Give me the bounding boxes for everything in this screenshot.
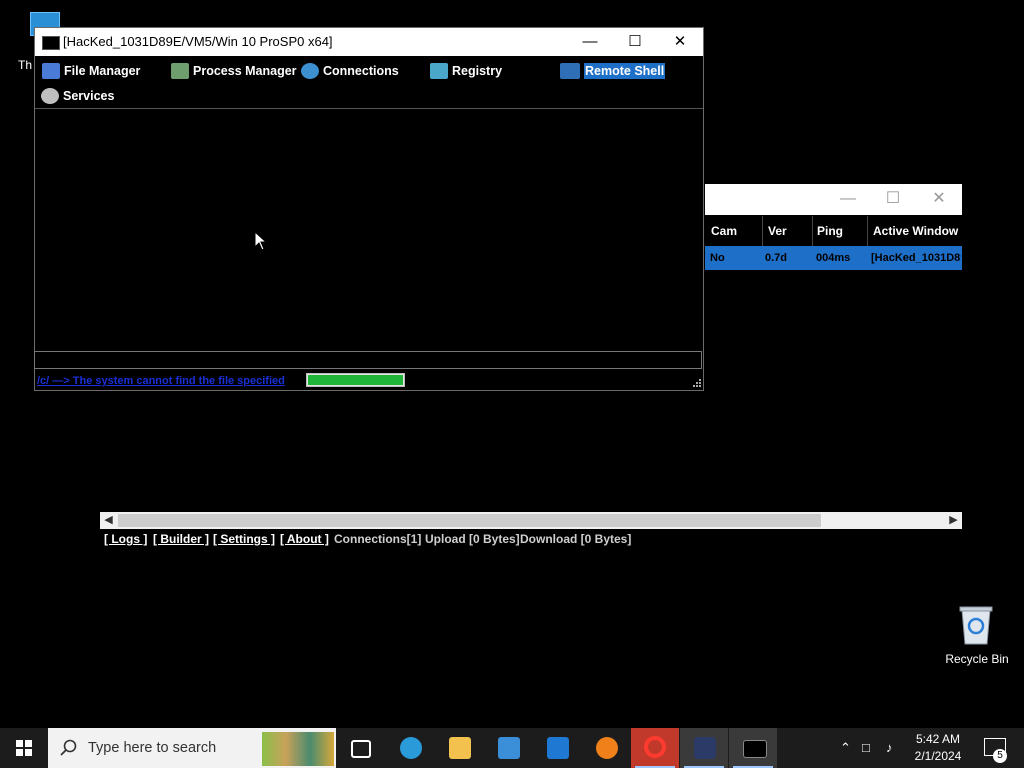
taskbar-file-explorer[interactable]	[435, 728, 483, 768]
shell-progress-bar	[306, 373, 405, 387]
taskbar-store[interactable]	[484, 728, 532, 768]
clients-window-titlebar[interactable]: — ☐ ✕	[705, 184, 962, 215]
scroll-right-icon[interactable]: ▶	[945, 512, 962, 529]
settings-link[interactable]: [ Settings ]	[213, 532, 275, 546]
cell-active-window: [HacKed_1031D89	[871, 252, 961, 264]
clients-status-bar: [ Logs ] [ Builder ] [ Settings ] [ Abou…	[100, 530, 962, 548]
taskbar-task-view[interactable]	[336, 728, 384, 768]
column-header-cam[interactable]: Cam	[711, 224, 737, 238]
firefox-icon	[596, 737, 618, 759]
menu-item-services[interactable]: Services	[41, 88, 114, 104]
close-button[interactable]: ✕	[916, 188, 962, 210]
minimize-button[interactable]: —	[567, 28, 613, 56]
scrollbar-thumb[interactable]	[118, 514, 821, 527]
builder-link[interactable]: [ Builder ]	[153, 532, 209, 546]
cmd-icon	[743, 740, 767, 758]
shell-output-area[interactable]	[35, 109, 703, 350]
menu-item-remote-shell[interactable]: Remote Shell	[560, 63, 666, 79]
resize-grip-icon[interactable]	[690, 378, 702, 390]
taskbar-mail[interactable]	[533, 728, 581, 768]
recycle-bin-desktop-icon[interactable]: Recycle Bin	[940, 600, 1014, 672]
start-button-windows-icon[interactable]	[0, 728, 48, 768]
task-view-icon	[351, 740, 371, 758]
column-header-active-window[interactable]: Active Window	[873, 224, 958, 238]
process-manager-icon	[171, 63, 189, 79]
file-explorer-icon	[449, 737, 471, 759]
taskbar-clock[interactable]: 5:42 AM 2/1/2024	[908, 731, 968, 765]
taskbar-search-box[interactable]: Type here to search	[48, 728, 336, 768]
volume-muted-icon[interactable]: ♪	[886, 740, 893, 755]
services-gear-icon	[41, 88, 59, 104]
menu-item-connections[interactable]: Connections	[301, 63, 399, 79]
maximize-button[interactable]: ☐	[870, 188, 916, 210]
shell-menu-bar: File Manager Process Manager Connections…	[35, 57, 703, 109]
maximize-button[interactable]: ☐	[612, 28, 658, 56]
recycle-bin-icon	[959, 606, 993, 645]
shell-status-text: /c/ —> The system cannot find the file s…	[37, 375, 285, 387]
remote-shell-icon	[560, 63, 580, 79]
recycle-bin-label: Recycle Bin	[945, 652, 1009, 666]
cell-ver: 0.7d	[765, 252, 788, 264]
njrat-icon	[694, 737, 716, 759]
taskbar-opera[interactable]	[631, 728, 679, 768]
notification-count-badge: 5	[993, 749, 1007, 763]
table-row[interactable]: No 0.7d 004ms [HacKed_1031D89	[705, 246, 962, 270]
store-icon	[498, 737, 520, 759]
about-link[interactable]: [ About ]	[280, 532, 329, 546]
column-header-ver[interactable]: Ver	[768, 224, 787, 238]
connections-icon	[301, 63, 319, 79]
upload-status: Upload [0 Bytes]	[425, 532, 520, 546]
search-icon	[60, 739, 77, 756]
download-status: Download [0 Bytes]	[520, 532, 632, 546]
mail-icon	[547, 737, 569, 759]
minimize-button[interactable]: —	[825, 188, 871, 210]
cell-ping: 004ms	[816, 252, 851, 264]
connections-count: Connections[1]	[334, 532, 422, 546]
logs-link[interactable]: [ Logs ]	[104, 532, 147, 546]
menu-item-process-manager[interactable]: Process Manager	[171, 63, 297, 79]
menu-item-registry[interactable]: Registry	[430, 63, 502, 79]
taskbar-njrat[interactable]	[680, 728, 728, 768]
registry-icon	[430, 63, 448, 79]
progress-fill	[308, 375, 403, 385]
close-button[interactable]: ✕	[657, 28, 703, 56]
menu-item-file-manager[interactable]: File Manager	[42, 63, 140, 79]
file-manager-icon	[42, 63, 60, 79]
clock-time: 5:42 AM	[915, 732, 961, 746]
cell-cam: No	[710, 252, 725, 264]
scroll-left-icon[interactable]: ◀	[100, 512, 117, 529]
clock-date: 2/1/2024	[914, 749, 962, 763]
command-input[interactable]	[34, 351, 702, 369]
remote-shell-titlebar[interactable]: [HacKed_1031D89E/VM5/Win 10 ProSP0 x64] …	[35, 28, 703, 56]
this-pc-label: Th	[18, 58, 33, 72]
client-table-header: Cam Ver Ping Active Window	[705, 216, 962, 246]
window-title: [HacKed_1031D89E/VM5/Win 10 ProSP0 x64]	[63, 34, 333, 49]
network-icon[interactable]: □	[862, 740, 870, 755]
horizontal-scrollbar[interactable]: ◀ ▶	[100, 512, 962, 529]
taskbar-edge[interactable]	[386, 728, 434, 768]
search-highlight-books-icon	[262, 732, 334, 766]
search-placeholder: Type here to search	[88, 740, 217, 756]
opera-icon	[644, 736, 666, 758]
column-header-ping[interactable]: Ping	[817, 224, 843, 238]
edge-icon	[400, 737, 422, 759]
taskbar-cmd[interactable]	[729, 728, 777, 768]
taskbar-firefox[interactable]	[582, 728, 630, 768]
cmd-app-icon	[42, 36, 60, 50]
show-hidden-icons-chevron-icon[interactable]: ⌃	[840, 740, 851, 756]
mouse-cursor-icon	[254, 231, 268, 251]
